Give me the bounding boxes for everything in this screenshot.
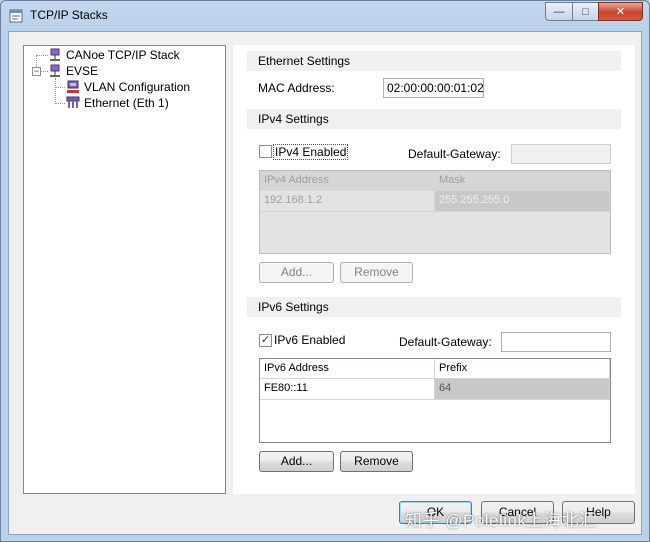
dialog-client-area: − CANoe TCP/IP Stack EVSE VLAN Configura…	[8, 31, 642, 535]
tree-item-evse[interactable]: EVSE	[48, 63, 98, 79]
tree-item-vlan-configuration[interactable]: VLAN Configuration	[66, 79, 190, 95]
maximize-icon: □	[582, 5, 589, 18]
mac-address-input[interactable]: 02:00:00:00:01:02	[383, 78, 484, 98]
ipv6-default-gateway-label: Default-Gateway:	[399, 335, 492, 349]
prefix-cell[interactable]: 64	[435, 379, 610, 399]
maximize-button[interactable]: □	[572, 2, 598, 21]
ipv4-address-table[interactable]: IPv4 Address Mask 192.168.1.2 255.255.25…	[259, 170, 611, 254]
mask-cell[interactable]: 255.255.255.0	[435, 191, 610, 211]
ipv6-enabled-checkbox[interactable]: ✓	[259, 334, 272, 347]
ipv4-enabled-label[interactable]: IPv4 Enabled	[273, 144, 349, 160]
settings-panel: Ethernet Settings MAC Address: 02:00:00:…	[233, 45, 635, 494]
ipv6-add-button[interactable]: Add...	[259, 451, 334, 472]
close-icon: ✕	[615, 6, 626, 18]
minimize-icon: —	[553, 5, 565, 18]
ipv6-address-column-header[interactable]: IPv6 Address	[260, 359, 435, 379]
ipv6-address-table[interactable]: IPv6 Address Prefix FE80::11 64	[259, 358, 611, 443]
ethernet-icon	[66, 96, 80, 108]
table-header: IPv6 Address Prefix	[260, 359, 610, 379]
vlan-icon	[67, 80, 79, 93]
tree-connector	[55, 87, 65, 88]
ipv4-default-gateway-label: Default-Gateway:	[408, 147, 501, 161]
ipv4-remove-button[interactable]: Remove	[340, 262, 413, 283]
stack-tree-view[interactable]: − CANoe TCP/IP Stack EVSE VLAN Configura…	[23, 45, 226, 494]
tree-collapse-toggle[interactable]: −	[32, 67, 41, 76]
ipv4-address-cell[interactable]: 192.168.1.2	[260, 191, 435, 211]
tree-item-label: CANoe TCP/IP Stack	[66, 48, 180, 62]
window-controls: — □ ✕	[545, 2, 643, 21]
ipv4-settings-header: IPv4 Settings	[247, 109, 621, 129]
ipv4-enabled-checkbox[interactable]	[259, 145, 272, 158]
ipv4-add-button[interactable]: Add...	[259, 262, 334, 283]
mac-address-label: MAC Address:	[258, 81, 335, 95]
ipv4-default-gateway-input[interactable]	[511, 144, 611, 164]
watermark-text: 知乎 @Polelink上海北汇	[405, 511, 597, 530]
tree-item-ethernet-eth1[interactable]: Ethernet (Eth 1)	[66, 95, 169, 111]
tree-connector	[55, 103, 65, 104]
ipv6-remove-button[interactable]: Remove	[340, 451, 413, 472]
ipv6-address-cell[interactable]: FE80::11	[260, 379, 435, 399]
ipv6-enabled-label[interactable]: IPv6 Enabled	[274, 333, 345, 347]
title-bar[interactable]: TCP/IP Stacks — □ ✕	[1, 1, 649, 31]
mask-column-header[interactable]: Mask	[435, 171, 610, 191]
table-row[interactable]: FE80::11 64	[260, 379, 610, 400]
ipv4-address-column-header[interactable]: IPv4 Address	[260, 171, 435, 191]
tree-connector	[55, 78, 56, 104]
tree-item-label: VLAN Configuration	[84, 80, 191, 94]
checkmark-icon: ✓	[260, 334, 271, 346]
close-button[interactable]: ✕	[598, 2, 643, 21]
ethernet-settings-header: Ethernet Settings	[247, 51, 621, 71]
tree-item-label: Ethernet (Eth 1)	[84, 96, 169, 110]
tree-item-canoe-tcpip-stack[interactable]: CANoe TCP/IP Stack	[48, 47, 180, 63]
ipv6-settings-header: IPv6 Settings	[247, 297, 621, 317]
dialog-window-icon	[9, 9, 23, 23]
prefix-column-header[interactable]: Prefix	[435, 359, 610, 379]
ipv6-default-gateway-input[interactable]	[501, 332, 611, 352]
tree-connector	[41, 71, 48, 72]
table-row[interactable]: 192.168.1.2 255.255.255.0	[260, 191, 610, 212]
network-node-icon	[50, 64, 60, 77]
tcp-ip-stacks-dialog: TCP/IP Stacks — □ ✕ − CANoe TCP/IP Stack…	[0, 0, 650, 542]
table-header: IPv4 Address Mask	[260, 171, 610, 191]
network-stack-icon	[50, 48, 60, 61]
tree-connector	[36, 55, 48, 56]
tree-item-label: EVSE	[66, 64, 99, 78]
minimize-button[interactable]: —	[545, 2, 572, 21]
window-title: TCP/IP Stacks	[30, 8, 108, 22]
